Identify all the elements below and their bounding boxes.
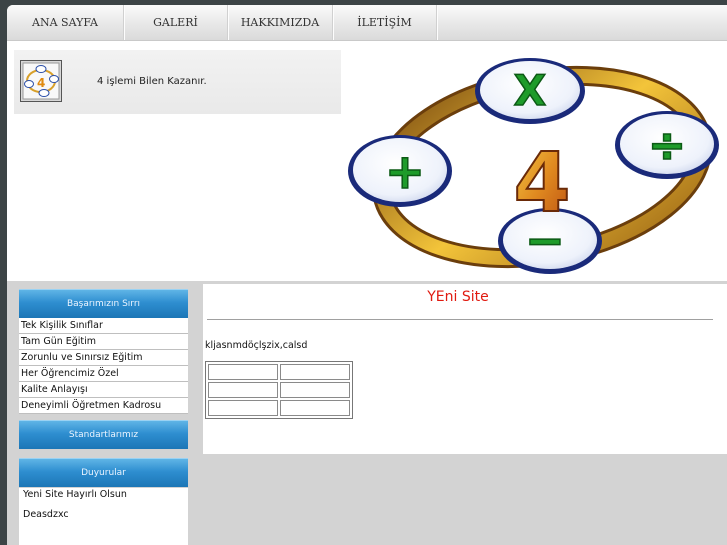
table-row: [208, 400, 350, 416]
standards-header[interactable]: Standartlarımız: [19, 420, 188, 449]
list-item-single-person-classes[interactable]: Tek Kişilik Sınıflar: [19, 318, 188, 334]
content-area: Başarımızın Sırrı Tek Kişilik Sınıflar T…: [7, 281, 727, 545]
table-cell: [280, 400, 350, 416]
page-title: YEni Site: [427, 289, 489, 305]
table-cell: [208, 382, 278, 398]
nav-item-home[interactable]: ANA SAYFA: [7, 5, 124, 40]
list-item-full-day-education[interactable]: Tam Gün Eğitim: [19, 334, 188, 350]
number-four: 4: [513, 136, 570, 231]
announcement-item[interactable]: Yeni Site Hayırlı Olsun: [19, 488, 188, 508]
announcements-list: Yeni Site Hayırlı Olsun Deasdzxc: [19, 488, 188, 545]
page: ANA SAYFA GALERİ HAKKIMIZDA İLETİŞİM 4 4…: [7, 5, 727, 545]
top-nav: ANA SAYFA GALERİ HAKKIMIZDA İLETİŞİM: [7, 5, 727, 41]
list-item-experienced-teachers[interactable]: Deneyimli Öğretmen Kadrosu: [19, 398, 188, 414]
announcement-item[interactable]: Deasdzxc: [19, 508, 188, 528]
svg-text:÷: ÷: [648, 118, 687, 172]
divide-symbol: ÷: [615, 111, 719, 179]
svg-text:+: +: [385, 144, 425, 200]
nav-item-gallery[interactable]: GALERİ: [124, 5, 228, 40]
body-text: kljasnmdöçlşzix,calsd: [205, 340, 308, 351]
nav-item-contact[interactable]: İLETİŞİM: [333, 5, 437, 40]
divider: [207, 319, 713, 320]
table-cell: [280, 382, 350, 398]
hero-math-operations-image: X ÷ + − 4: [347, 49, 727, 279]
plus-symbol: +: [348, 135, 452, 207]
success-secret-header[interactable]: Başarımızın Sırrı: [19, 289, 188, 318]
list-item-unlimited-education[interactable]: Zorunlu ve Sınırsız Eğitim: [19, 350, 188, 366]
svg-text:X: X: [514, 66, 546, 115]
data-table: [205, 361, 353, 419]
slogan: 4 işlemi Bilen Kazanır.: [97, 76, 207, 87]
times-symbol: X: [475, 58, 585, 124]
table-cell: [208, 400, 278, 416]
list-item-quality[interactable]: Kalite Anlayışı: [19, 382, 188, 398]
main-panel: YEni Site kljasnmdöçlşzix,calsd: [203, 284, 727, 454]
header: 4 4 işlemi Bilen Kazanır. X ÷ + − 4: [7, 41, 727, 281]
math-logo-icon[interactable]: 4: [20, 60, 62, 102]
table-cell: [208, 364, 278, 380]
table-row: [208, 382, 350, 398]
table-cell: [280, 364, 350, 380]
success-list: Tek Kişilik Sınıflar Tam Gün Eğitim Zoru…: [19, 318, 188, 414]
announcements-header[interactable]: Duyurular: [19, 458, 188, 487]
svg-text:4: 4: [37, 76, 45, 90]
logo-box: 4 4 işlemi Bilen Kazanır.: [14, 50, 341, 114]
nav-item-about[interactable]: HAKKIMIZDA: [228, 5, 333, 40]
table-row: [208, 364, 350, 380]
list-item-every-student-special[interactable]: Her Öğrencimiz Özel: [19, 366, 188, 382]
